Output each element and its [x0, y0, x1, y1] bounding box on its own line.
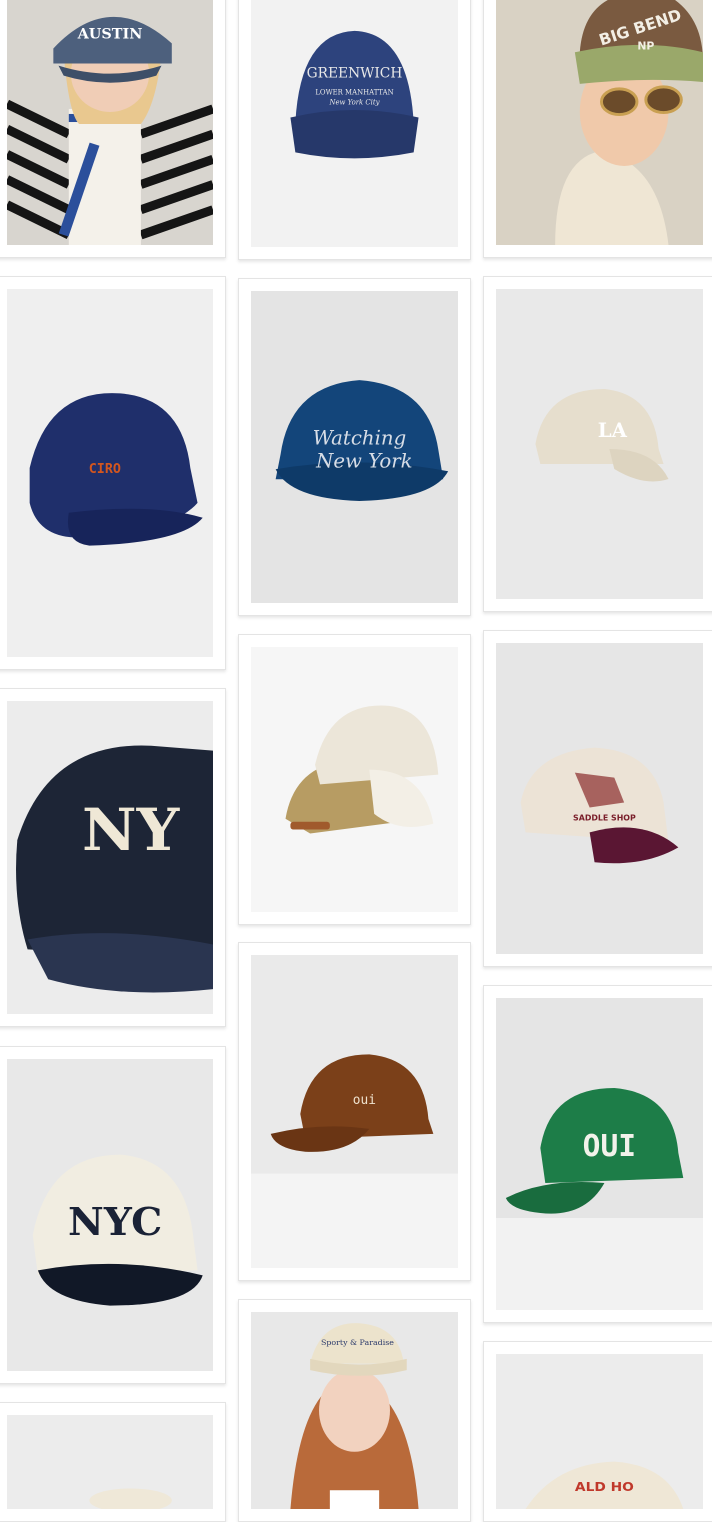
cap-subtext: NP	[637, 39, 654, 52]
cap-text: GREENWICH	[307, 66, 403, 82]
product-card-watching-new-york-cap[interactable]: Watching New York	[238, 278, 471, 616]
cap-text: CIRO	[89, 462, 121, 477]
product-image[interactable]: AUSTIN	[7, 0, 213, 245]
product-card-partial-cap-right[interactable]: ALD HO	[483, 1341, 712, 1522]
product-image[interactable]: LA	[496, 289, 703, 599]
cap-text: LA	[598, 418, 628, 442]
product-card-ny-cap[interactable]: NY	[0, 688, 226, 1027]
product-image[interactable]: OUI	[496, 998, 703, 1310]
product-image[interactable]	[7, 1415, 213, 1509]
product-card-la-cap[interactable]: LA	[483, 276, 712, 612]
product-card-model-beige-cap[interactable]: Sporty & Paradise	[238, 1299, 471, 1522]
product-image[interactable]: Sporty & Paradise	[251, 1312, 458, 1509]
cap-text: NY	[82, 796, 180, 864]
cap-subtext: LOWER MANHATTAN	[315, 89, 393, 97]
cap-text: AUSTIN	[77, 26, 143, 42]
cap-text: NYC	[68, 1201, 162, 1245]
cap-text: Watching	[313, 426, 407, 449]
product-card-oui-green-cap[interactable]: OUI	[483, 985, 712, 1323]
cap-text: oui	[353, 1093, 376, 1108]
product-image[interactable]: ALD HO	[496, 1354, 703, 1509]
product-image[interactable]: oui	[251, 955, 458, 1268]
product-card-big-bend-cap[interactable]: BIG BEND NP	[483, 0, 712, 258]
cap-subtext-2: New York City	[328, 99, 379, 107]
product-card-oui-brown-cap[interactable]: oui	[238, 942, 471, 1281]
product-card-greenwich-cap[interactable]: GREENWICH LOWER MANHATTAN New York City	[238, 0, 471, 260]
cap-text: Sporty & Paradise	[321, 1338, 394, 1347]
product-image[interactable]: Watching New York	[251, 291, 458, 603]
product-image[interactable]: BIG BEND NP	[496, 0, 703, 245]
product-image[interactable]: GREENWICH LOWER MANHATTAN New York City	[251, 0, 458, 247]
product-image[interactable]	[251, 647, 458, 912]
cap-text: ALD HO	[575, 1480, 634, 1494]
cap-subtext: New York	[315, 449, 413, 472]
product-image[interactable]: NY	[7, 701, 213, 1014]
product-card-nyc-cap[interactable]: NYC	[0, 1046, 226, 1384]
product-image[interactable]: CIRO	[7, 289, 213, 657]
product-card-partial-cap-left[interactable]	[0, 1402, 226, 1522]
product-image[interactable]: NYC	[7, 1059, 213, 1371]
product-card-ciro-cap[interactable]: CIRO	[0, 276, 226, 670]
product-card-austin-cap[interactable]: AUSTIN	[0, 0, 226, 258]
product-card-saddle-shop-cap[interactable]: SADDLE SHOP	[483, 630, 712, 967]
cap-text: SADDLE SHOP	[573, 813, 636, 822]
product-card-stacked-caps[interactable]	[238, 634, 471, 925]
cap-text: OUI	[583, 1129, 636, 1164]
product-image[interactable]: SADDLE SHOP	[496, 643, 703, 954]
